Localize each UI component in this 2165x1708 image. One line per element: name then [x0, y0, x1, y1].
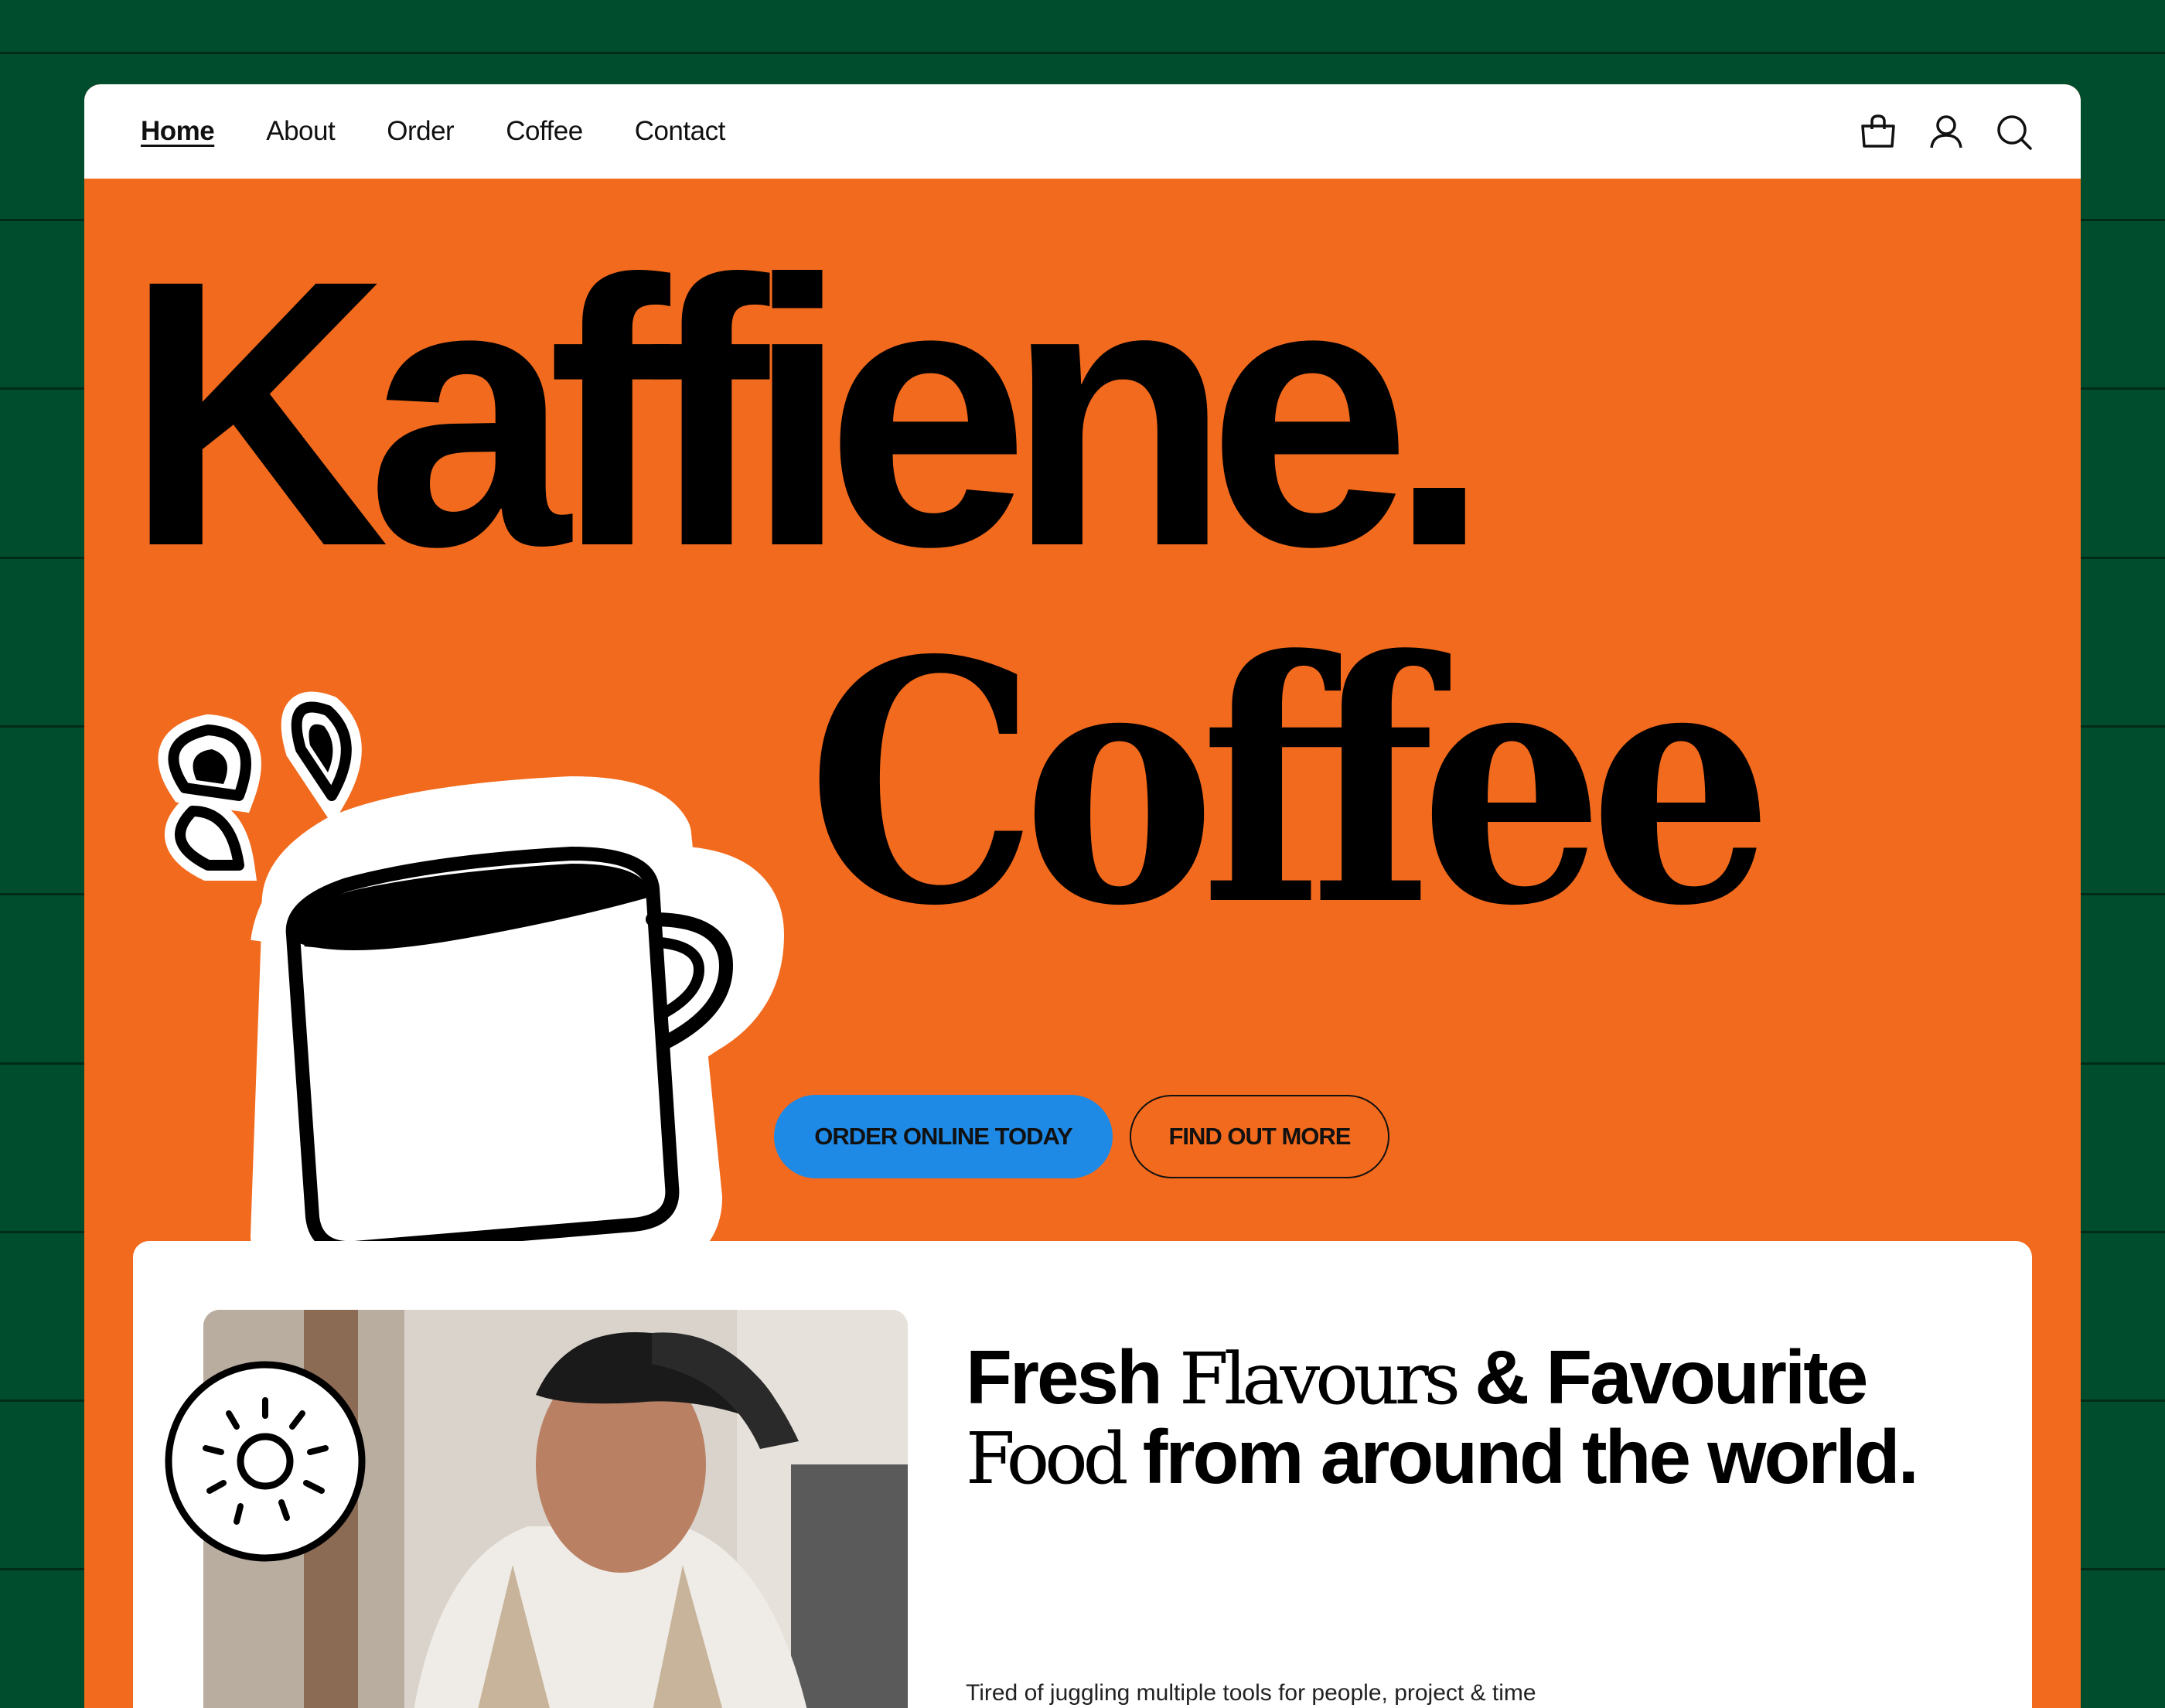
heading-fresh: Fresh — [966, 1335, 1163, 1420]
heading-food: Food — [966, 1417, 1128, 1500]
nav-link-contact[interactable]: Contact — [635, 116, 726, 147]
heading-flavours: Flavours — [1179, 1338, 1461, 1420]
background-stripe — [0, 52, 2165, 54]
search-icon[interactable] — [1994, 112, 2034, 152]
donut-illustration — [165, 1361, 366, 1562]
shopping-bag-icon[interactable] — [1858, 112, 1898, 152]
hero-title: Kaffiene. — [125, 201, 1490, 625]
navbar: Home About Order Coffee Contact — [84, 84, 2081, 179]
nav-link-home[interactable]: Home — [141, 116, 215, 147]
hero-subtitle: Coffee — [807, 588, 1773, 979]
nav-icons — [1830, 112, 2034, 152]
feature-card: Fresh Flavours & Favourite Food from aro… — [133, 1241, 2032, 1708]
coffee-mug-illustration — [158, 691, 784, 1290]
feature-body: Tired of juggling multiple tools for peo… — [966, 1680, 1536, 1706]
heading-around-world: from around the world. — [1142, 1414, 1919, 1499]
nav-link-order[interactable]: Order — [387, 116, 454, 147]
user-icon[interactable] — [1926, 112, 1966, 152]
nav-link-about[interactable]: About — [266, 116, 335, 147]
website-frame: Home About Order Coffee Contact Kaffiene… — [84, 84, 2081, 1708]
find-out-more-button[interactable]: FIND OUT MORE — [1130, 1095, 1389, 1178]
nav-link-coffee[interactable]: Coffee — [506, 116, 583, 147]
heading-favourite: & Favourite — [1475, 1335, 1868, 1420]
nav-links: Home About Order Coffee Contact — [141, 84, 777, 179]
feature-heading: Fresh Flavours & Favourite Food from aro… — [966, 1338, 1971, 1498]
order-online-button[interactable]: ORDER ONLINE TODAY — [774, 1095, 1113, 1178]
